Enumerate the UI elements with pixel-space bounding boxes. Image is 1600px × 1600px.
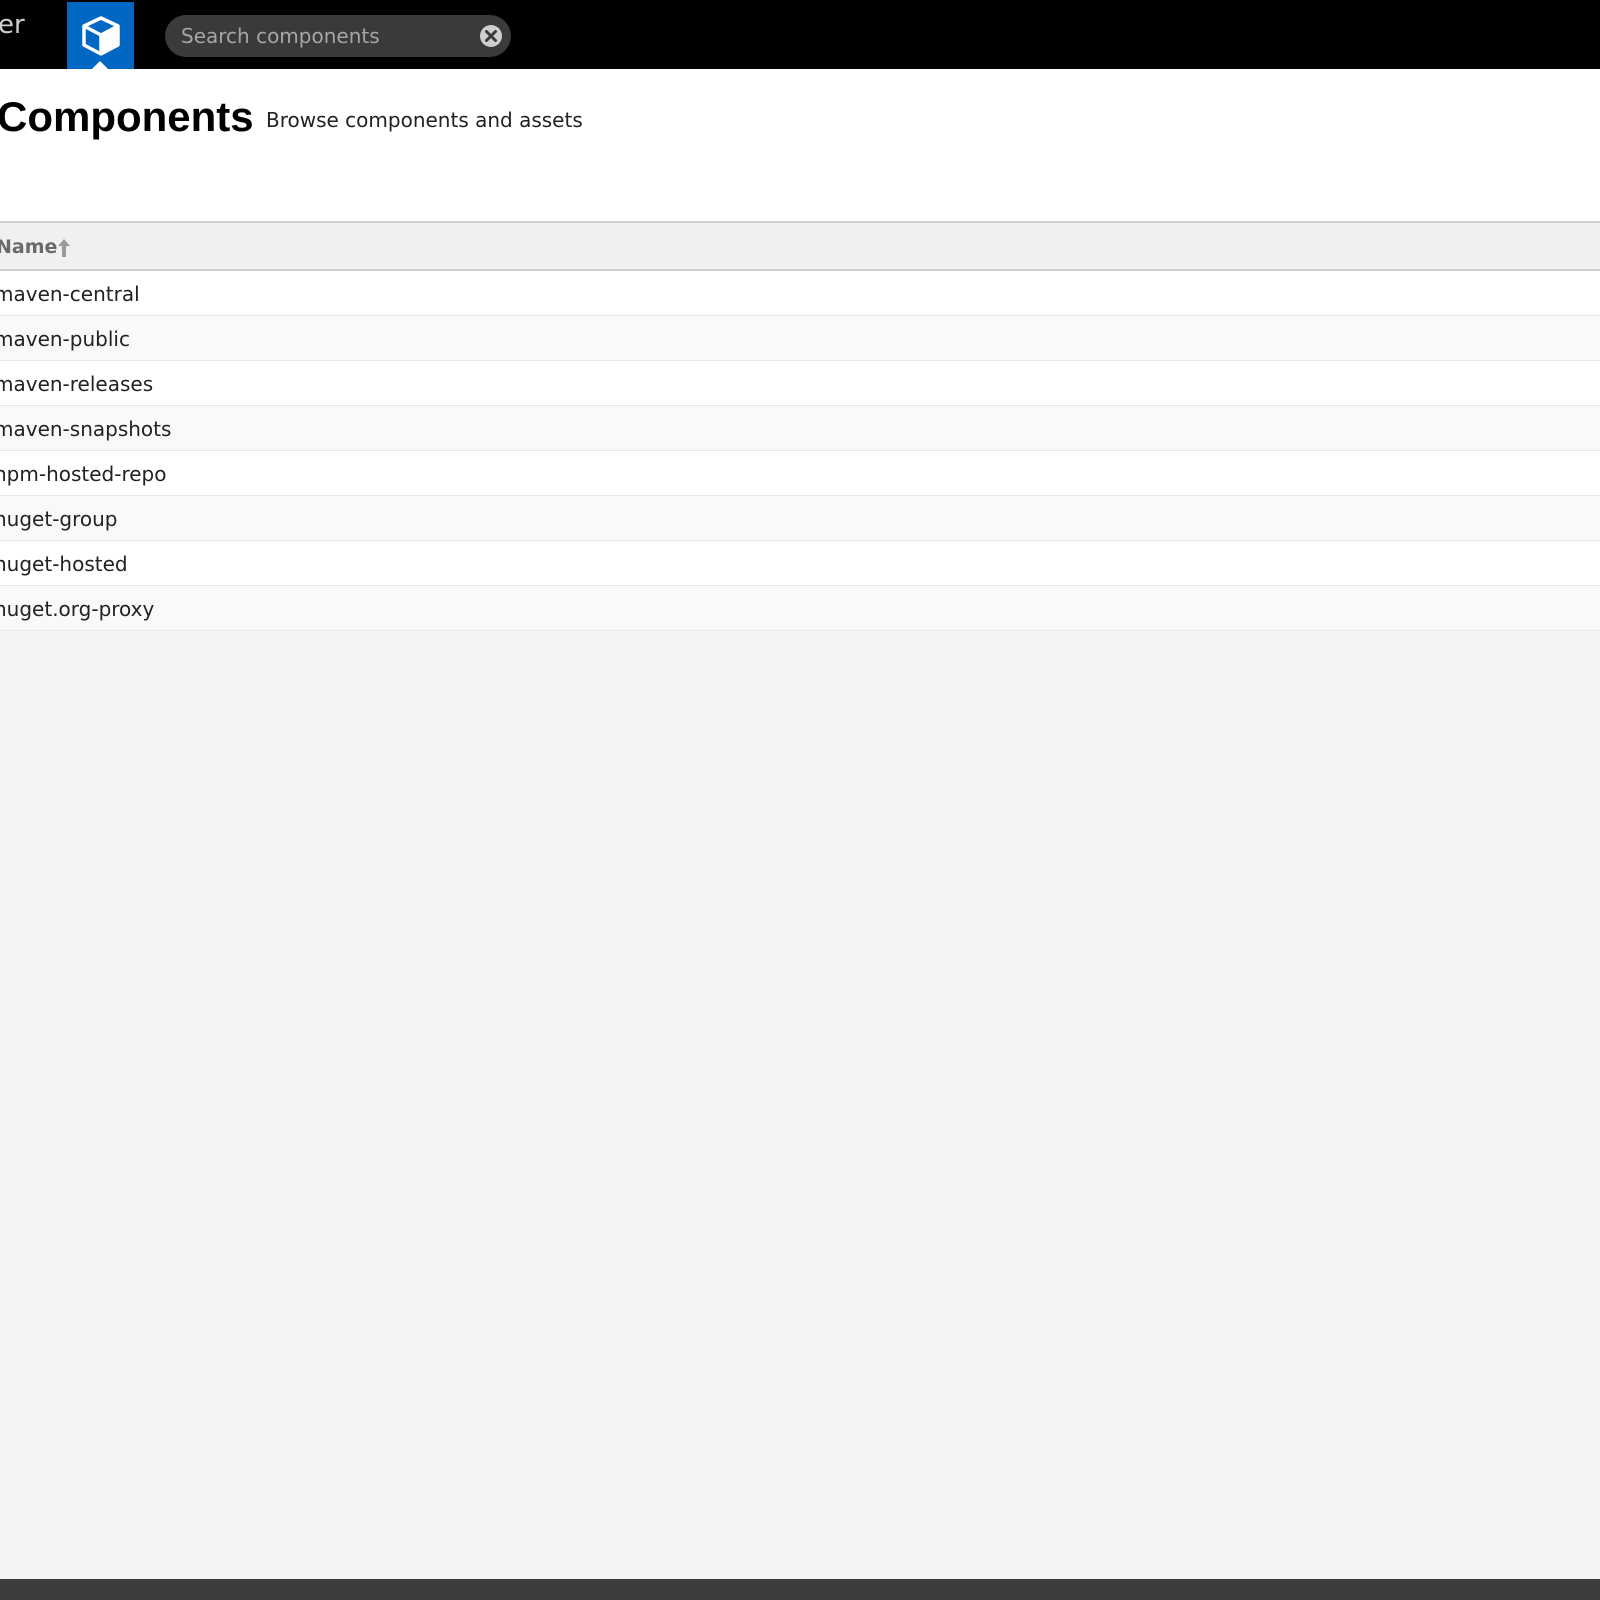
- column-header-name[interactable]: Name: [0, 221, 1600, 271]
- repository-name: maven-snapshots: [0, 417, 172, 441]
- table-row[interactable]: maven-releases: [0, 361, 1600, 406]
- repository-name: nuget.org-proxy: [0, 597, 155, 621]
- table-row[interactable]: nuget-group: [0, 496, 1600, 541]
- top-navigation-bar: er: [0, 0, 1600, 69]
- cube-icon: [82, 16, 120, 56]
- repository-name: maven-central: [0, 282, 140, 306]
- repository-name: nuget-hosted: [0, 552, 128, 576]
- search-components-input[interactable]: [181, 15, 471, 57]
- repository-name: nuget-group: [0, 507, 118, 531]
- search-box: [165, 15, 511, 57]
- components-grid: Name maven-central maven-public maven-re…: [0, 221, 1600, 631]
- footer-bar: [0, 1579, 1600, 1600]
- repository-name: maven-releases: [0, 372, 154, 396]
- clear-x-icon[interactable]: [479, 24, 503, 48]
- table-row[interactable]: maven-public: [0, 316, 1600, 361]
- page-title: Components: [0, 93, 254, 140]
- column-header-label: Name: [0, 236, 58, 258]
- table-row[interactable]: maven-snapshots: [0, 406, 1600, 451]
- brand-name-fragment[interactable]: er: [0, 6, 25, 44]
- table-row[interactable]: nuget.org-proxy: [0, 586, 1600, 631]
- repository-name: npm-hosted-repo: [0, 462, 167, 486]
- page-subtitle: Browse components and assets: [266, 108, 583, 132]
- browse-mode-button[interactable]: [67, 2, 134, 69]
- arrow-up-icon: [58, 239, 70, 257]
- table-row[interactable]: npm-hosted-repo: [0, 451, 1600, 496]
- repository-name: maven-public: [0, 327, 130, 351]
- active-mode-caret: [92, 61, 108, 69]
- table-row[interactable]: maven-central: [0, 271, 1600, 316]
- table-row[interactable]: nuget-hosted: [0, 541, 1600, 586]
- page-header: Components Browse components and assets: [0, 69, 1600, 221]
